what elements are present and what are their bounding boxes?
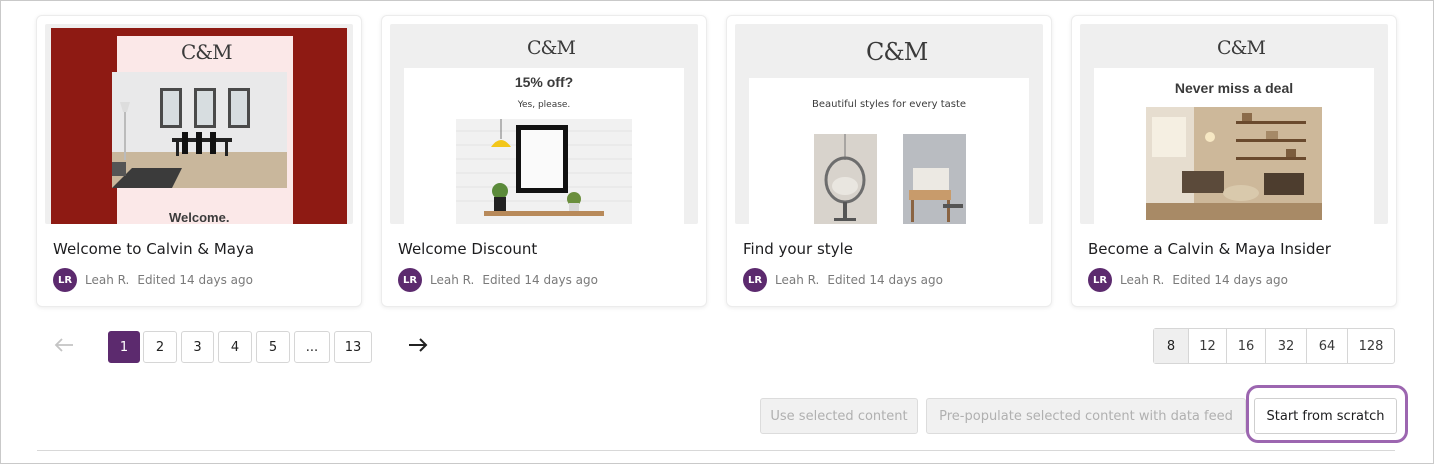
edited-time: Edited 14 days ago bbox=[827, 273, 943, 287]
thumbnail-subline: Yes, please. bbox=[517, 100, 571, 110]
page-size-12[interactable]: 12 bbox=[1189, 329, 1227, 363]
edited-time: Edited 14 days ago bbox=[482, 273, 598, 287]
template-title[interactable]: Welcome Discount bbox=[398, 240, 537, 258]
prev-page-button[interactable] bbox=[49, 331, 79, 363]
frame-photo bbox=[456, 119, 632, 224]
author-name: Leah R. bbox=[430, 273, 475, 287]
template-meta: LR Leah R. Edited 14 days ago bbox=[53, 268, 253, 292]
page-ellipsis: ... bbox=[294, 331, 330, 363]
start-from-scratch-button[interactable]: Start from scratch bbox=[1254, 398, 1397, 434]
arrow-right-icon bbox=[408, 337, 428, 357]
template-thumbnail: C&M Never miss a deal bbox=[1080, 24, 1388, 224]
content-picker-panel: C&M Welcome. Welcome to Calvin & Maya LR… bbox=[0, 0, 1434, 464]
page-size-16[interactable]: 16 bbox=[1227, 329, 1266, 363]
page-2-button[interactable]: 2 bbox=[143, 331, 177, 363]
template-title[interactable]: Become a Calvin & Maya Insider bbox=[1088, 240, 1331, 258]
page-4-button[interactable]: 4 bbox=[218, 331, 252, 363]
prepopulate-data-feed-button[interactable]: Pre-populate selected content with data … bbox=[926, 398, 1246, 434]
template-title[interactable]: Find your style bbox=[743, 240, 853, 258]
template-meta: LR Leah R. Edited 14 days ago bbox=[1088, 268, 1288, 292]
template-thumbnail: C&M Beautiful styles for every taste bbox=[735, 24, 1043, 224]
avatar: LR bbox=[398, 268, 422, 292]
brand-logo: C&M bbox=[181, 40, 233, 64]
page-size-8[interactable]: 8 bbox=[1154, 329, 1189, 363]
template-meta: LR Leah R. Edited 14 days ago bbox=[743, 268, 943, 292]
edited-time: Edited 14 days ago bbox=[137, 273, 253, 287]
arrow-left-icon bbox=[54, 337, 74, 357]
template-card-insider[interactable]: C&M Never miss a deal Become a Calvin & … bbox=[1071, 15, 1397, 307]
author-name: Leah R. bbox=[775, 273, 820, 287]
template-thumbnail: C&M 15% off? Yes, please. bbox=[390, 24, 698, 224]
hanging-chair-photo bbox=[814, 134, 877, 224]
divider bbox=[37, 450, 1395, 451]
thumbnail-headline: 15% off? bbox=[514, 74, 574, 90]
page-size-32[interactable]: 32 bbox=[1266, 329, 1307, 363]
page-1-button[interactable]: 1 bbox=[108, 331, 140, 363]
avatar: LR bbox=[53, 268, 77, 292]
template-thumbnail: C&M Welcome. bbox=[45, 24, 353, 224]
template-meta: LR Leah R. Edited 14 days ago bbox=[398, 268, 598, 292]
template-card-style[interactable]: C&M Beautiful styles for every taste Fin… bbox=[726, 15, 1052, 307]
template-card-welcome[interactable]: C&M Welcome. Welcome to Calvin & Maya LR… bbox=[36, 15, 362, 307]
author-name: Leah R. bbox=[85, 273, 130, 287]
avatar: LR bbox=[1088, 268, 1112, 292]
page-3-button[interactable]: 3 bbox=[181, 331, 214, 363]
living-room-photo bbox=[1146, 107, 1322, 220]
page-size-128[interactable]: 128 bbox=[1348, 329, 1394, 363]
template-title[interactable]: Welcome to Calvin & Maya bbox=[53, 240, 254, 258]
author-name: Leah R. bbox=[1120, 273, 1165, 287]
room-photo bbox=[112, 72, 287, 188]
brand-logo: C&M bbox=[527, 37, 576, 59]
page-size-64[interactable]: 64 bbox=[1307, 329, 1348, 363]
page-13-button[interactable]: 13 bbox=[334, 331, 372, 363]
use-selected-content-button[interactable]: Use selected content bbox=[760, 398, 918, 434]
template-card-discount[interactable]: C&M 15% off? Yes, please. Welcome Discou… bbox=[381, 15, 707, 307]
thumbnail-headline: Welcome. bbox=[169, 210, 230, 224]
brand-logo: C&M bbox=[1217, 37, 1266, 59]
armchair-photo bbox=[903, 134, 966, 224]
avatar: LR bbox=[743, 268, 767, 292]
page-5-button[interactable]: 5 bbox=[256, 331, 290, 363]
thumbnail-headline: Never miss a deal bbox=[1174, 80, 1294, 96]
page-size-selector: 8 12 16 32 64 128 bbox=[1153, 328, 1395, 364]
edited-time: Edited 14 days ago bbox=[1172, 273, 1288, 287]
brand-logo: C&M bbox=[866, 38, 928, 66]
next-page-button[interactable] bbox=[403, 331, 433, 363]
thumbnail-subline: Beautiful styles for every taste bbox=[811, 99, 967, 110]
